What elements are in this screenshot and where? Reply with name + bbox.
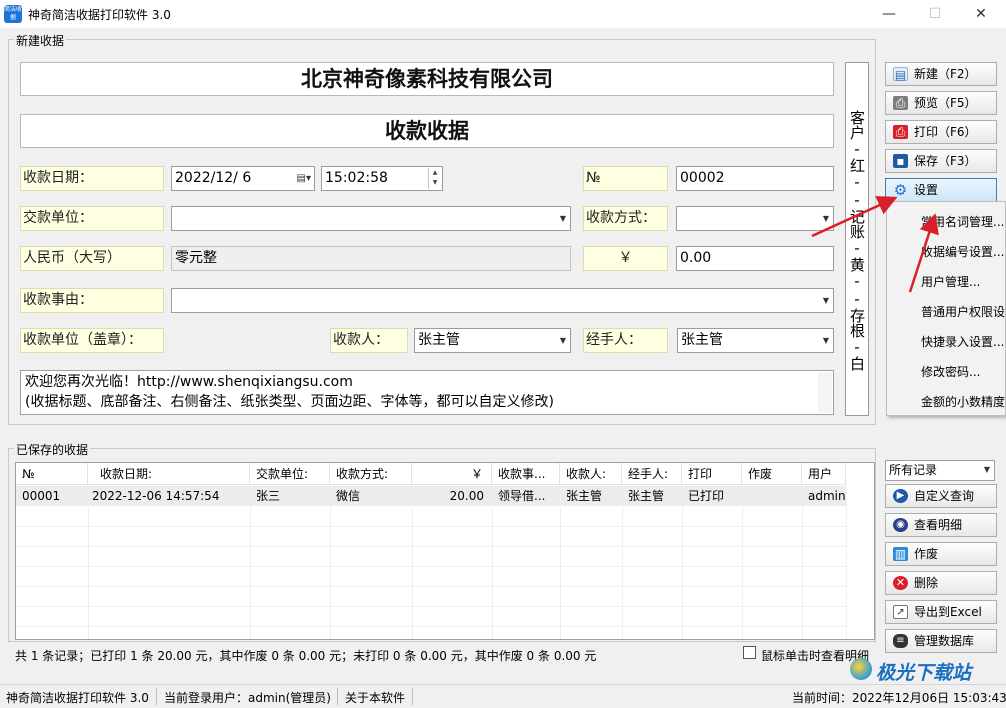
cell-payer: 张三 xyxy=(250,486,330,506)
grid-col xyxy=(622,486,623,639)
status-divider xyxy=(412,688,413,705)
grid-line xyxy=(16,526,846,527)
cell-date: 2022-12-06 14:57:54 xyxy=(88,486,250,506)
cell-no: 00001 xyxy=(16,486,88,506)
status-divider xyxy=(337,688,338,705)
chevron-down-icon: ▼ xyxy=(983,465,990,474)
custom-query-label: 自定义查询 xyxy=(914,489,975,503)
cell-user: admin xyxy=(802,486,846,506)
summary-text: 共 1 条记录；已打印 1 条 20.00 元，其中作废 0 条 0.00 元；… xyxy=(15,649,597,663)
grid-col xyxy=(330,486,331,639)
grid-col xyxy=(846,486,847,639)
filter-value: 所有记录 xyxy=(889,463,938,477)
grid-col xyxy=(250,486,251,639)
record-filter-select[interactable]: 所有记录 ▼ xyxy=(885,460,995,481)
database-icon: ≡ xyxy=(893,634,908,648)
column-header-void[interactable]: 作废 xyxy=(742,463,802,485)
column-header-receiver[interactable]: 收款人: xyxy=(560,463,622,485)
grid-col xyxy=(802,486,803,639)
status-divider xyxy=(156,688,157,705)
delete-icon: ✕ xyxy=(893,576,908,590)
column-header-printed[interactable]: 打印 xyxy=(682,463,742,485)
grid-col xyxy=(560,486,561,639)
arrow-to-common-terms xyxy=(908,213,939,293)
grid-col xyxy=(412,486,413,639)
column-header-method[interactable]: 收款方式: xyxy=(330,463,412,485)
export-excel-button[interactable]: ↗ 导出到Excel xyxy=(885,600,997,624)
eye-icon: ◉ xyxy=(893,518,908,532)
column-header-user[interactable]: 用户 xyxy=(802,463,846,485)
delete-label: 删除 xyxy=(914,576,939,590)
cell-reason: 领导借... xyxy=(492,486,560,506)
column-header-amount[interactable]: ￥ xyxy=(412,463,492,485)
column-header-reason[interactable]: 收款事... xyxy=(492,463,560,485)
cell-handler: 张主管 xyxy=(622,486,682,506)
grid-line xyxy=(16,626,846,627)
cell-receiver: 张主管 xyxy=(560,486,622,506)
cell-method: 微信 xyxy=(330,486,412,506)
grid-col xyxy=(742,486,743,639)
status-current-time: 当前时间：2022年12月06日 15:03:43 xyxy=(792,691,1006,705)
status-app-name: 神奇简洁收据打印软件 3.0 xyxy=(6,691,149,705)
grid-line xyxy=(16,566,846,567)
manage-database-label: 管理数据库 xyxy=(914,634,975,648)
watermark-icon xyxy=(850,658,872,680)
status-current-user: 当前登录用户：admin(管理员) xyxy=(164,691,331,705)
column-header-no[interactable]: № xyxy=(16,463,88,485)
cell-void xyxy=(742,486,802,506)
grid-col xyxy=(492,486,493,639)
query-icon: ▶ xyxy=(893,489,908,503)
export-icon: ↗ xyxy=(893,605,908,619)
manage-database-button[interactable]: ≡ 管理数据库 xyxy=(885,629,997,653)
arrow-to-settings xyxy=(811,196,898,238)
void-label: 作废 xyxy=(914,547,939,561)
column-header-handler[interactable]: 经手人: xyxy=(622,463,682,485)
status-bar: 神奇简洁收据打印软件 3.0 当前登录用户：admin(管理员) 关于本软件 当… xyxy=(0,684,1006,708)
column-header-date[interactable]: 收款日期: xyxy=(88,463,250,485)
view-detail-button[interactable]: ◉ 查看明细 xyxy=(885,513,997,537)
column-header-payer[interactable]: 交款单位: xyxy=(250,463,330,485)
view-detail-label: 查看明细 xyxy=(914,518,963,532)
watermark-text: 极光下载站 xyxy=(876,662,972,684)
grid-line xyxy=(16,586,846,587)
trash-icon: ▥ xyxy=(893,547,908,561)
cell-printed: 已打印 xyxy=(682,486,742,506)
cell-amount: 20.00 xyxy=(412,486,492,506)
saved-receipts-table[interactable]: № 收款日期: 交款单位: 收款方式: ￥ 收款事... 收款人: 经手人: 打… xyxy=(15,462,875,640)
grid-col xyxy=(88,486,89,639)
saved-receipts-title: 已保存的收据 xyxy=(14,441,91,458)
export-excel-label: 导出到Excel xyxy=(914,605,982,619)
about-link[interactable]: 关于本软件 xyxy=(345,689,405,706)
delete-button[interactable]: ✕ 删除 xyxy=(885,571,997,595)
grid-line xyxy=(16,546,846,547)
grid-col xyxy=(682,486,683,639)
void-button[interactable]: ▥ 作废 xyxy=(885,542,997,566)
custom-query-button[interactable]: ▶ 自定义查询 xyxy=(885,484,997,508)
grid-line xyxy=(16,606,846,607)
watermark-logo: 极光下载站 xyxy=(850,656,1000,686)
click-detail-checkbox[interactable] xyxy=(743,646,756,659)
